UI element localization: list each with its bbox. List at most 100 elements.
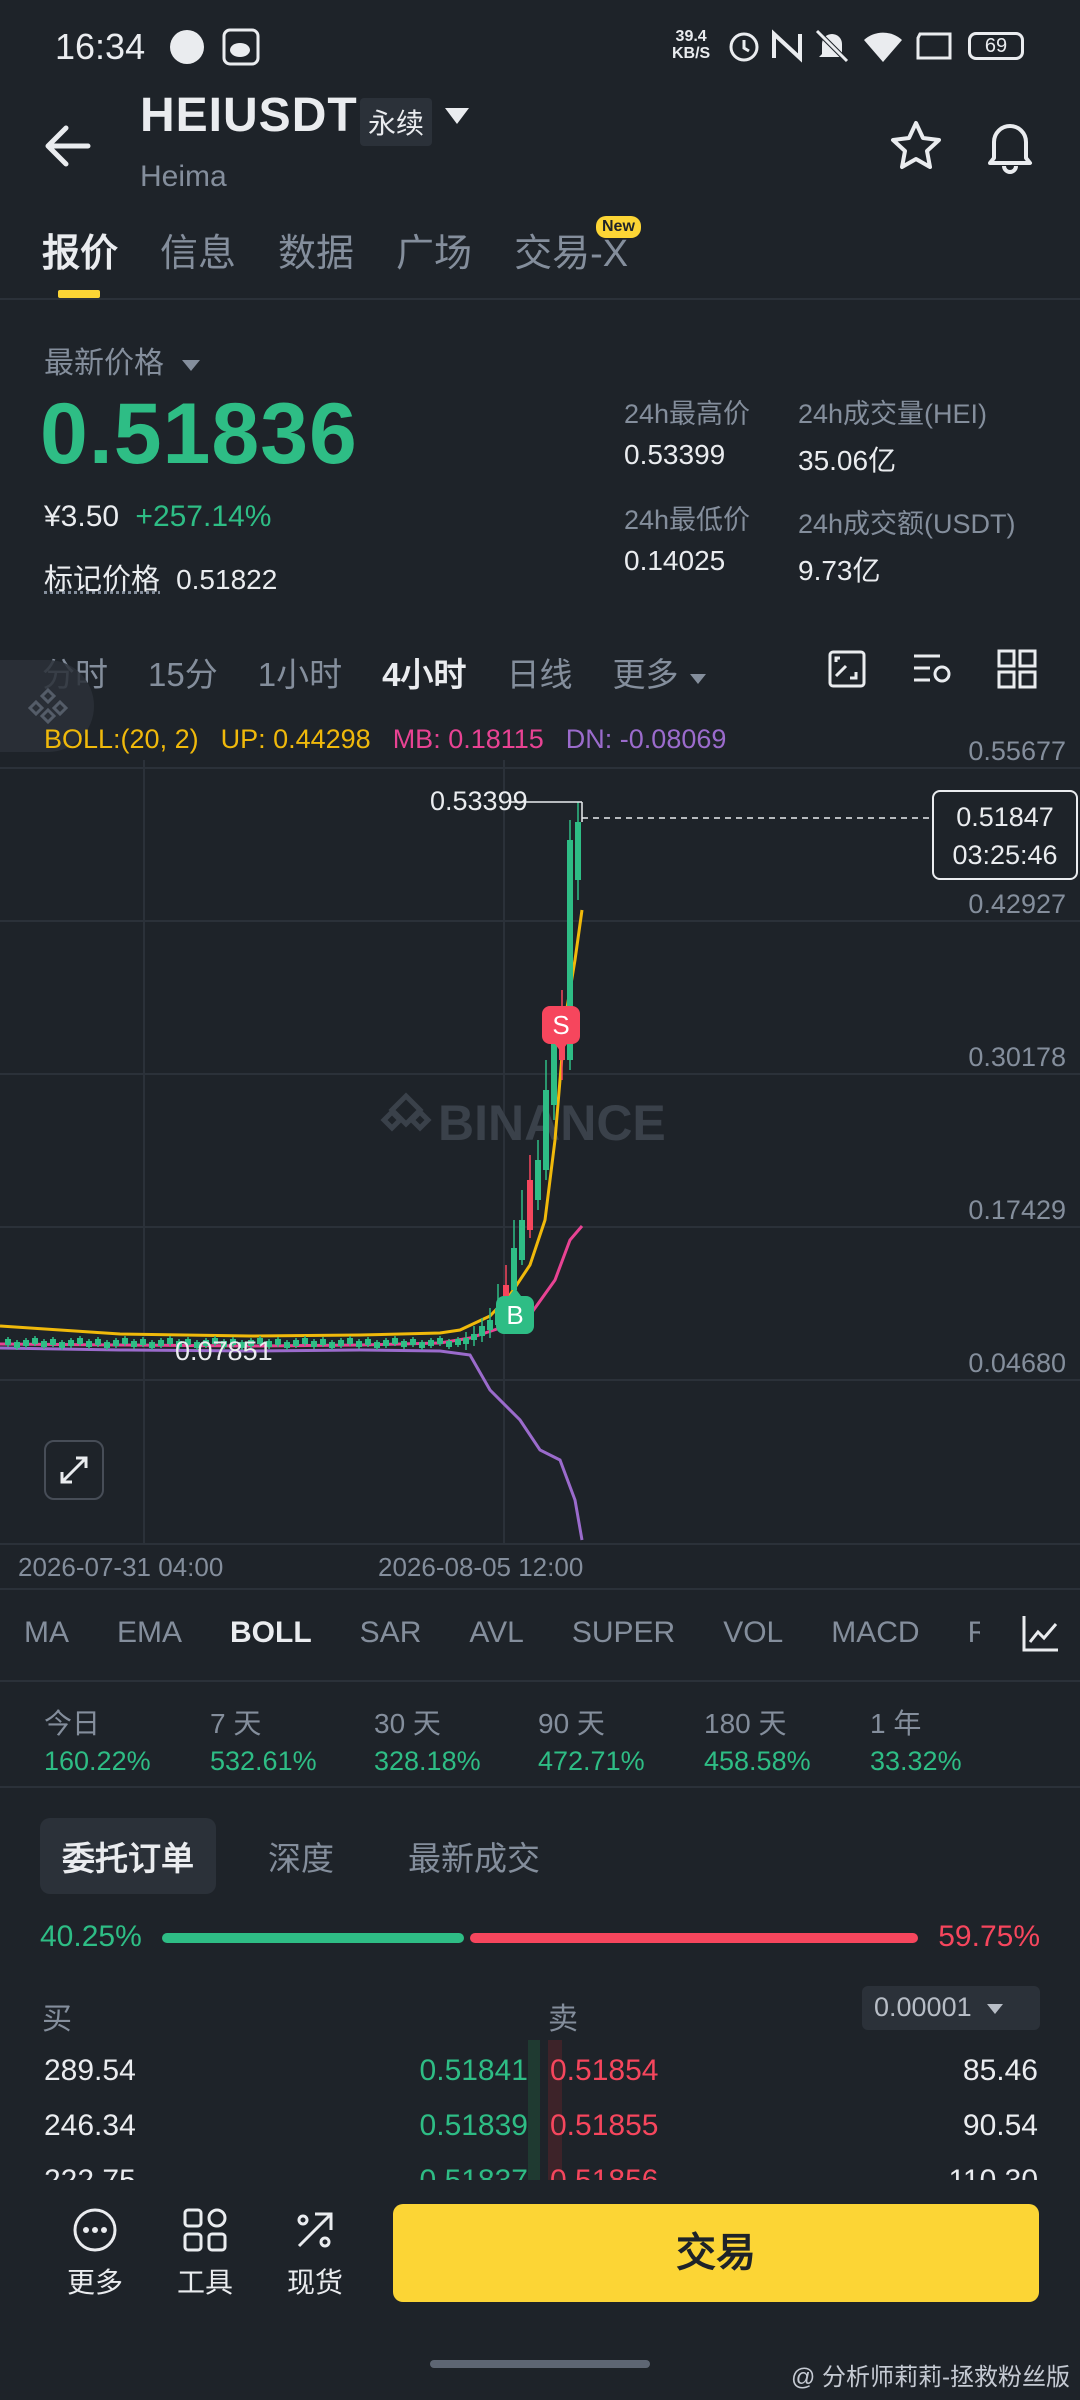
bid-quantity[interactable]: 289.54 xyxy=(44,2054,136,2088)
interval-more[interactable]: 更多 xyxy=(612,648,707,696)
nfc-icon xyxy=(772,29,802,63)
ask-quantity[interactable]: 85.46 xyxy=(963,2054,1038,2088)
nav-more[interactable]: 更多 xyxy=(50,2206,140,2301)
indicator-ema[interactable]: EMA xyxy=(117,1616,182,1650)
star-icon[interactable] xyxy=(888,118,944,174)
buy-ratio: 40.25% xyxy=(40,1920,142,1953)
candle xyxy=(455,1339,461,1345)
candle xyxy=(131,1341,137,1347)
trade-button[interactable]: 交易 xyxy=(393,2204,1039,2302)
expand-chart-button[interactable] xyxy=(44,1440,104,1500)
active-tab-indicator xyxy=(58,290,100,298)
tab-order-book[interactable]: 委托订单 xyxy=(40,1818,216,1894)
candle xyxy=(392,1338,398,1344)
stat-24h-high: 24h最高价 0.53399 xyxy=(624,399,751,470)
symbol-title[interactable]: HEIUSDT xyxy=(140,88,358,143)
current-price: 0.51847 xyxy=(956,802,1054,832)
stat-24h-volume: 24h成交量(HEI) 35.06亿 xyxy=(798,399,988,476)
candle xyxy=(401,1341,407,1347)
tab-depth[interactable]: 深度 xyxy=(246,1818,356,1894)
bid-depth-bar xyxy=(528,2040,540,2180)
indicator-bar: MA EMA BOLL SAR AVL SUPER VOL MACD R xyxy=(24,1616,1037,1650)
divider xyxy=(0,298,1080,300)
ask-price[interactable]: 0.51854 xyxy=(550,2054,658,2088)
cny-price: ¥3.50 xyxy=(44,500,120,533)
bell-icon[interactable] xyxy=(982,116,1038,174)
precision-select[interactable]: 0.00001 xyxy=(862,1986,1040,2030)
bid-price[interactable]: 0.51839 xyxy=(420,2109,528,2143)
ask-price[interactable]: 0.51855 xyxy=(550,2109,658,2143)
indicator-vol[interactable]: VOL xyxy=(723,1616,783,1650)
interval-1h[interactable]: 1小时 xyxy=(258,648,342,696)
sell-ratio: 59.75% xyxy=(938,1920,1040,1953)
candle xyxy=(68,1340,74,1346)
weibo-icon xyxy=(222,28,260,66)
candlestick-chart[interactable]: BINANCE 0.53399 0.07851 S B 0.55677 0.429… xyxy=(0,736,1080,1582)
svg-text:S: S xyxy=(552,1010,569,1040)
footer-watermark: @ 分析师莉莉-拯救粉丝版 xyxy=(790,2364,1070,2391)
candle xyxy=(41,1341,47,1347)
candle xyxy=(23,1340,29,1346)
candle xyxy=(14,1342,20,1348)
bid-price[interactable]: 0.51841 xyxy=(420,2054,528,2088)
interval-tabs: 分时 15分 1小时 4小时 日线 更多 xyxy=(42,648,708,696)
candle xyxy=(140,1339,146,1345)
grid-layout-icon[interactable] xyxy=(996,648,1038,690)
screenshot-icon[interactable] xyxy=(826,648,868,690)
mark-price-label: 标记价格 xyxy=(44,564,161,596)
candle xyxy=(419,1342,425,1348)
x-tick: 2026-07-31 04:00 xyxy=(18,1552,224,1582)
candle xyxy=(437,1338,443,1344)
caret-down-icon xyxy=(987,2004,1004,2014)
candle xyxy=(284,1342,290,1348)
indicator-chart-icon[interactable] xyxy=(1020,1612,1062,1654)
indicator-boll[interactable]: BOLL xyxy=(230,1616,312,1650)
interval-4h[interactable]: 4小时 xyxy=(382,648,466,696)
tab-square[interactable]: 广场 xyxy=(396,222,472,282)
tab-data[interactable]: 数据 xyxy=(278,222,354,282)
wifi-icon xyxy=(864,32,902,62)
boll-params: BOLL:(20, 2) xyxy=(44,724,199,754)
back-arrow-icon[interactable] xyxy=(40,118,100,174)
indicator-avl[interactable]: AVL xyxy=(469,1616,523,1650)
chat-icon xyxy=(170,30,204,64)
latest-price-label[interactable]: 最新价格 xyxy=(44,338,202,382)
bid-quantity[interactable]: 246.34 xyxy=(44,2109,136,2143)
tab-quote[interactable]: 报价 xyxy=(42,222,118,282)
indicator-super[interactable]: SUPER xyxy=(572,1616,675,1650)
candle xyxy=(95,1339,101,1345)
candle xyxy=(149,1342,155,1348)
tab-info[interactable]: 信息 xyxy=(160,222,236,282)
indicator-macd[interactable]: MACD xyxy=(831,1616,919,1650)
price-cny-row: ¥3.50 +257.14% xyxy=(44,500,271,534)
candle xyxy=(383,1340,389,1346)
chart-settings-icon[interactable] xyxy=(910,648,954,690)
boll-mb: MB: 0.18115 xyxy=(392,724,544,754)
mute-icon xyxy=(815,29,849,63)
home-indicator[interactable] xyxy=(430,2360,650,2368)
interval-15m[interactable]: 15分 xyxy=(148,648,218,696)
more-icon xyxy=(73,2208,117,2252)
perf-today: 今日 160.22% xyxy=(44,1708,151,1776)
boll-dn: DN: -0.08069 xyxy=(565,724,727,754)
ask-quantity[interactable]: 90.54 xyxy=(963,2109,1038,2143)
contract-type-tag: 永续 xyxy=(360,98,433,146)
tab-recent-trades[interactable]: 最新成交 xyxy=(386,1818,562,1894)
indicator-ma[interactable]: MA xyxy=(24,1616,69,1650)
interval-1d[interactable]: 日线 xyxy=(506,648,572,696)
indicator-sar[interactable]: SAR xyxy=(360,1616,422,1650)
y-tick: 0.30178 xyxy=(968,1042,1066,1072)
current-price-tag: 0.51847 03:25:46 xyxy=(932,790,1078,880)
perf-30d: 30 天 328.18% xyxy=(374,1708,481,1776)
stat-24h-amount: 24h成交额(USDT) 9.73亿 xyxy=(798,509,1016,586)
chevron-down-icon[interactable] xyxy=(442,104,472,128)
nav-spot[interactable]: 现货 xyxy=(270,2206,360,2301)
tools-grid-icon xyxy=(183,2208,227,2252)
chart-canvas[interactable]: BINANCE 0.53399 0.07851 S B xyxy=(0,760,1080,1560)
nav-tools[interactable]: 工具 xyxy=(160,2206,250,2301)
candle xyxy=(77,1338,83,1344)
orderbook-tabs: 委托订单 深度 最新成交 xyxy=(40,1818,562,1894)
boll-legend: BOLL:(20, 2) UP: 0.44298 MB: 0.18115 DN:… xyxy=(44,724,726,755)
candle xyxy=(374,1342,380,1348)
candle xyxy=(59,1342,65,1348)
